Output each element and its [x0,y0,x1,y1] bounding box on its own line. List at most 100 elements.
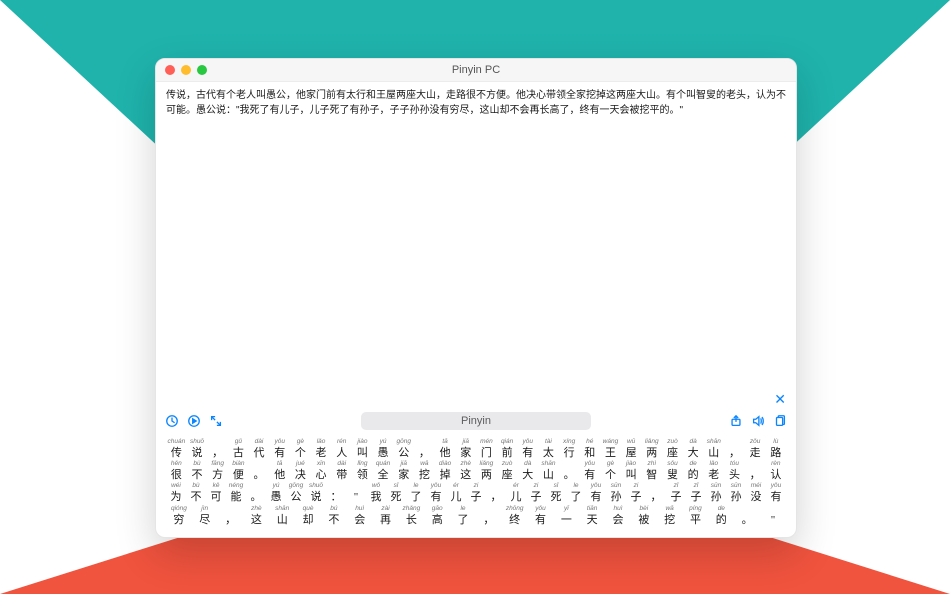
pinyin-cell[interactable]: lù路 [765,438,786,460]
pinyin-cell[interactable]: tài太 [538,438,559,460]
pinyin-cell[interactable]: zhè这 [455,460,476,482]
pinyin-cell[interactable]: qián前 [497,438,518,460]
pinyin-cell[interactable]: méi没 [746,482,766,504]
pinyin-cell[interactable]: jiā家 [455,438,476,460]
pinyin-cell[interactable]: sǒu叟 [662,460,683,482]
pinyin-cell[interactable]: kě可 [206,482,226,504]
pinyin-cell[interactable]: gāo高 [424,505,450,527]
pinyin-cell[interactable]: yǒu有 [517,438,538,460]
pinyin-cell[interactable]: zi子 [466,482,486,504]
pinyin-cell[interactable]: hé和 [579,438,600,460]
pinyin-cell[interactable]: bù不 [186,482,206,504]
pinyin-cell[interactable]: hěn很 [166,460,187,482]
source-text[interactable]: 传说，古代有个老人叫愚公，他家门前有太行和王屋两座大山，走路很不方便。他决心带领… [156,82,796,122]
pinyin-cell[interactable]: tóu头 [724,460,745,482]
expand-icon[interactable] [208,413,224,429]
pinyin-cell[interactable]: xíng行 [559,438,580,460]
mode-selector[interactable]: Pinyin [361,412,591,430]
pinyin-cell[interactable]: bèi被 [631,505,657,527]
pinyin-cell[interactable]: ， [476,505,502,527]
pinyin-cell[interactable]: dài代 [249,438,270,460]
speaker-icon[interactable] [750,413,766,429]
pinyin-cell[interactable]: huì会 [347,505,373,527]
pinyin-cell[interactable]: zhè这 [243,505,269,527]
pinyin-cell[interactable]: shuō说 [306,482,326,504]
pinyin-cell[interactable]: de的 [683,460,704,482]
pinyin-cell[interactable]: qióng穷 [166,505,192,527]
pinyin-cell[interactable]: ， [646,482,666,504]
pinyin-cell[interactable]: yǒu有 [426,482,446,504]
pinyin-cell[interactable]: tā他 [435,438,456,460]
pinyin-cell[interactable]: yǒu有 [528,505,554,527]
pinyin-cell[interactable]: gè个 [600,460,621,482]
pinyin-cell[interactable]: rèn认 [765,460,786,482]
pinyin-cell[interactable]: bú不 [321,505,347,527]
pinyin-cell[interactable]: xīn心 [311,460,332,482]
pinyin-cell[interactable]: ， [724,438,745,460]
pinyin-cell[interactable]: sūn孙 [726,482,746,504]
pinyin-cell[interactable]: 。 [246,482,266,504]
pinyin-cell[interactable]: lǐng领 [352,460,373,482]
pinyin-cell[interactable]: zài再 [373,505,399,527]
copy-icon[interactable] [772,413,788,429]
pinyin-cell[interactable]: biàn便 [228,460,249,482]
pinyin-cell[interactable]: sūn孙 [606,482,626,504]
pinyin-cell[interactable]: yī一 [553,505,579,527]
pinyin-cell[interactable]: dà大 [517,460,538,482]
pinyin-cell[interactable]: yǒu有 [269,438,290,460]
pinyin-cell[interactable]: yǒu有 [579,460,600,482]
pinyin-cell[interactable]: de的 [708,505,734,527]
pinyin-cell[interactable]: ， [218,505,244,527]
pinyin-cell[interactable]: gǔ古 [228,438,249,460]
pinyin-cell[interactable]: ér儿 [446,482,466,504]
pinyin-cell[interactable]: gōng公 [393,438,414,460]
pinyin-cell[interactable]: 。 [734,505,760,527]
pinyin-cell[interactable]: le了 [450,505,476,527]
pinyin-cell[interactable]: ， [414,438,435,460]
pinyin-cell[interactable]: ， [486,482,506,504]
fullscreen-window-button[interactable] [197,65,207,75]
pinyin-cell[interactable]: shān山 [538,460,559,482]
pinyin-cell[interactable]: zhǎng长 [398,505,424,527]
pinyin-cell[interactable]: jué决 [290,460,311,482]
pinyin-cell[interactable]: jiā家 [393,460,414,482]
pinyin-cell[interactable]: ér儿 [506,482,526,504]
pinyin-cell[interactable]: zi子 [626,482,646,504]
pinyin-cell[interactable]: què却 [295,505,321,527]
pinyin-cell[interactable]: quán全 [373,460,394,482]
pinyin-cell[interactable]: jiào叫 [621,460,642,482]
pinyin-cell[interactable]: zǐ子 [666,482,686,504]
pinyin-cell[interactable]: zuò座 [497,460,518,482]
pinyin-cell[interactable]: gè个 [290,438,311,460]
pinyin-cell[interactable]: lǎo老 [311,438,332,460]
pinyin-cell[interactable]: yǒu有 [766,482,786,504]
pinyin-cell[interactable]: yú愚 [373,438,394,460]
play-icon[interactable] [186,413,202,429]
pinyin-cell[interactable]: ： [326,482,346,504]
pinyin-cell[interactable]: chuán传 [166,438,187,460]
pinyin-cell[interactable]: zǐ子 [686,482,706,504]
history-icon[interactable] [164,413,180,429]
pinyin-cell[interactable]: 。 [249,460,270,482]
pinyin-cell[interactable]: le了 [406,482,426,504]
pinyin-cell[interactable]: sūn孙 [706,482,726,504]
pinyin-cell[interactable]: 。 [559,460,580,482]
pinyin-cell[interactable]: zǒu走 [745,438,766,460]
pinyin-cell[interactable]: lǎo老 [703,460,724,482]
pinyin-cell[interactable]: bù不 [187,460,208,482]
pinyin-cell[interactable]: ， [745,460,766,482]
pinyin-cell[interactable]: liǎng两 [476,460,497,482]
pinyin-cell[interactable]: zuò座 [662,438,683,460]
share-icon[interactable] [728,413,744,429]
pinyin-cell[interactable]: fāng方 [207,460,228,482]
pinyin-cell[interactable]: yǒu有 [586,482,606,504]
pinyin-cell[interactable]: shān山 [703,438,724,460]
pinyin-cell[interactable]: le了 [566,482,586,504]
pinyin-cell[interactable]: tā他 [269,460,290,482]
pinyin-cell[interactable]: yú愚 [266,482,286,504]
pinyin-cell[interactable]: gōng公 [286,482,306,504]
close-window-button[interactable] [165,65,175,75]
pinyin-cell[interactable]: shān山 [269,505,295,527]
pinyin-cell[interactable]: huì会 [605,505,631,527]
pinyin-cell[interactable]: zhōng终 [502,505,528,527]
